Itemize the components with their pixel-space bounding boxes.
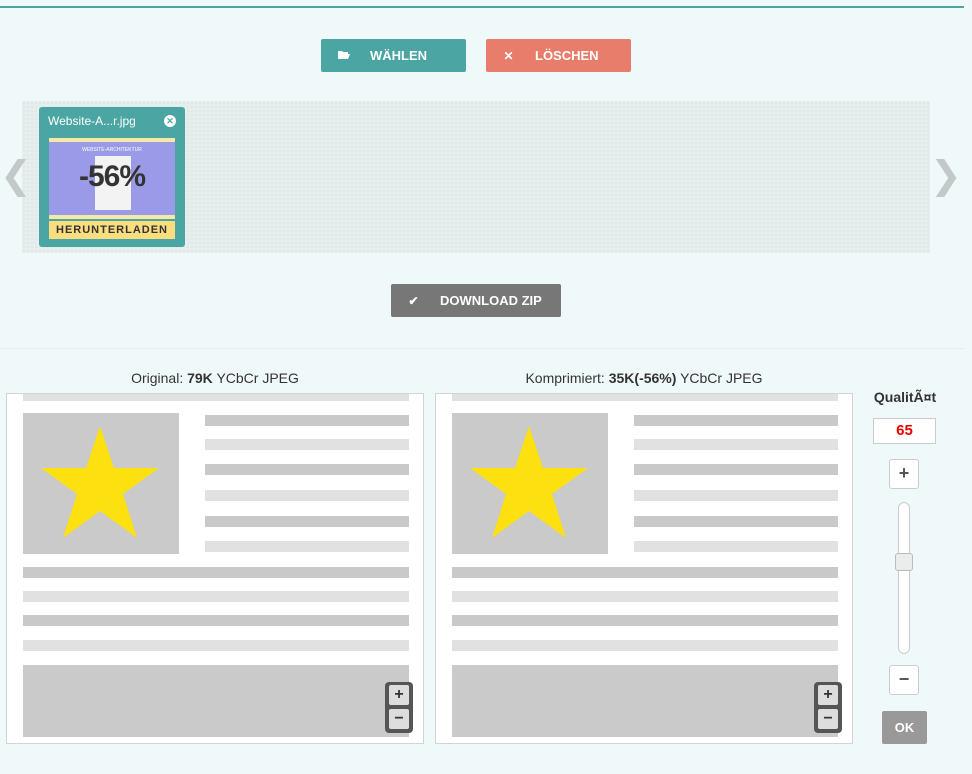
original-format: YCbCr JPEG — [216, 370, 299, 386]
original-zoom-controls: + − — [385, 682, 413, 733]
download-zip-label: DOWNLOAD ZIP — [440, 293, 542, 308]
compressed-preview-panel[interactable]: + − — [435, 393, 853, 744]
quality-increase-button[interactable]: + — [889, 459, 919, 489]
thumb-caption: WEBSITE-ARCHITEKTUR — [82, 147, 142, 153]
preview-line — [452, 394, 838, 401]
quality-slider-handle[interactable] — [895, 552, 913, 571]
preview-line — [634, 541, 838, 552]
quality-label: QualitÃ¤t — [873, 389, 937, 405]
thumb-stripe-bottom — [49, 215, 175, 219]
folder-open-icon — [321, 49, 366, 63]
top-accent-line — [0, 6, 964, 8]
download-zip-button[interactable]: ✔ DOWNLOAD ZIP — [391, 284, 561, 317]
thumb-stripe-top — [49, 138, 175, 142]
preview-image-placeholder — [452, 413, 608, 554]
preview-line — [205, 516, 409, 527]
preview-line — [23, 567, 409, 578]
preview-line — [452, 567, 838, 578]
original-prefix: Original: — [131, 370, 184, 386]
preview-line — [452, 591, 838, 602]
clear-all-button[interactable]: ✕ LÖSCHEN — [486, 39, 631, 72]
preview-line — [23, 640, 409, 651]
compressed-size: 35K(-56%) — [608, 370, 677, 386]
preview-line — [205, 541, 409, 552]
queue-next-arrow[interactable]: ❯ — [930, 156, 962, 194]
compressed-caption: Komprimiert: 35K(-56%) YCbCr JPEG — [435, 370, 853, 386]
preview-line — [634, 516, 838, 527]
preview-line — [634, 439, 838, 450]
preview-line — [205, 415, 409, 426]
star-icon — [41, 426, 159, 538]
quality-value-field[interactable]: 65 — [873, 418, 936, 444]
preview-footer-block — [452, 665, 838, 737]
zoom-in-button[interactable]: + — [389, 685, 409, 705]
preview-line — [452, 640, 838, 651]
choose-files-button[interactable]: WÄHLEN — [321, 39, 466, 72]
preview-line — [634, 415, 838, 426]
preview-line — [23, 394, 409, 401]
file-thumbnail[interactable]: WEBSITE-ARCHITEKTUR -56% — [49, 138, 175, 219]
preview-line — [23, 615, 409, 626]
clear-all-label: LÖSCHEN — [535, 48, 599, 63]
compressed-format: YCbCr JPEG — [680, 370, 763, 386]
download-file-button[interactable]: HERUNTERLADEN — [49, 221, 175, 239]
quality-decrease-button[interactable]: − — [889, 665, 919, 695]
preview-line — [205, 439, 409, 450]
zoom-out-button[interactable]: − — [818, 709, 838, 729]
preview-line — [452, 615, 838, 626]
file-card[interactable]: Website-A...r.jpg ✕ WEBSITE-ARCHITEKTUR … — [39, 107, 185, 247]
preview-image-placeholder — [23, 413, 179, 554]
close-icon: ✕ — [503, 48, 514, 63]
original-caption: Original: 79K YCbCr JPEG — [6, 370, 424, 386]
original-preview-panel[interactable]: + − — [6, 393, 424, 744]
quality-ok-button[interactable]: OK — [882, 711, 927, 744]
quality-slider-track[interactable] — [898, 502, 910, 654]
remove-file-icon[interactable]: ✕ — [164, 115, 176, 127]
file-card-filename: Website-A...r.jpg — [48, 114, 136, 128]
zoom-in-button[interactable]: + — [818, 685, 838, 705]
preview-line — [634, 490, 838, 501]
queue-prev-arrow[interactable]: ❮ — [0, 156, 32, 194]
preview-line — [23, 591, 409, 602]
compressed-zoom-controls: + − — [814, 682, 842, 733]
preview-line — [205, 464, 409, 475]
star-icon — [470, 426, 588, 538]
preview-footer-block — [23, 665, 409, 737]
thumb-savings-badge: -56% — [78, 160, 146, 193]
section-divider — [0, 348, 964, 349]
choose-files-label: WÄHLEN — [370, 48, 428, 63]
preview-line — [634, 464, 838, 475]
checkmark-icon: ✔ — [408, 293, 419, 308]
compressed-prefix: Komprimiert: — [525, 370, 605, 386]
original-size: 79K — [187, 370, 213, 386]
preview-line — [205, 490, 409, 501]
zoom-out-button[interactable]: − — [389, 709, 409, 729]
